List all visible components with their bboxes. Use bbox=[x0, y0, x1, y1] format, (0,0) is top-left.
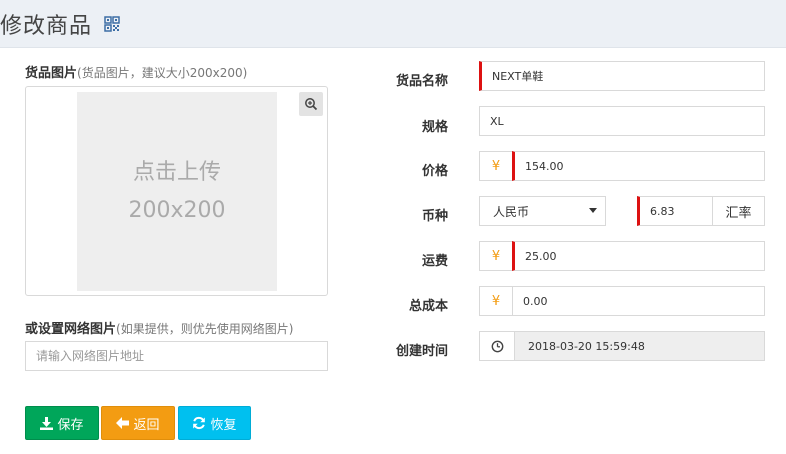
price-value: 154.00 bbox=[525, 159, 564, 173]
caret-down-icon bbox=[589, 208, 597, 213]
page-header: 修改商品 bbox=[0, 0, 786, 48]
total-cost-currency-addon: ¥ bbox=[479, 286, 513, 316]
arrow-left-icon bbox=[116, 417, 130, 429]
exchange-rate-label: 汇率 bbox=[725, 205, 752, 221]
created-time-value: 2018-03-20 15:59:48 bbox=[528, 339, 645, 353]
restore-label: 恢复 bbox=[210, 417, 237, 433]
restore-button[interactable]: 恢复 bbox=[178, 406, 251, 440]
total-cost-input[interactable]: 0.00 bbox=[512, 286, 765, 316]
name-label: 货品名称 bbox=[395, 74, 448, 89]
currency-label: 币种 bbox=[421, 209, 448, 224]
network-image-url-input[interactable] bbox=[25, 341, 328, 371]
upload-size-text: 200x200 bbox=[128, 197, 226, 223]
network-image-section-label: 或设置网络图片(如果提供，则优先使用网络图片) bbox=[25, 318, 293, 337]
created-time-addon bbox=[479, 331, 515, 361]
shipping-input[interactable]: 25.00 bbox=[512, 241, 765, 271]
back-button[interactable]: 返回 bbox=[101, 406, 175, 440]
shipping-currency-addon: ¥ bbox=[479, 241, 513, 271]
created-time-label: 创建时间 bbox=[395, 344, 448, 359]
back-label: 返回 bbox=[133, 417, 160, 433]
price-currency-addon: ¥ bbox=[479, 151, 513, 181]
exchange-rate-input[interactable]: 6.83 bbox=[637, 196, 713, 226]
refresh-icon bbox=[193, 416, 206, 430]
image-label: 货品图片 bbox=[25, 66, 78, 81]
currency-selected: 人民币 bbox=[493, 204, 530, 219]
download-icon bbox=[40, 416, 54, 430]
yen-icon: ¥ bbox=[491, 293, 501, 309]
clock-icon bbox=[491, 340, 503, 352]
save-button[interactable]: 保存 bbox=[25, 406, 99, 440]
total-cost-value: 0.00 bbox=[523, 294, 548, 308]
yen-icon: ¥ bbox=[491, 158, 501, 174]
price-label: 价格 bbox=[421, 164, 448, 179]
currency-select[interactable]: 人民币 bbox=[479, 196, 606, 226]
upload-text: 点击上传 bbox=[132, 159, 221, 185]
page-title: 修改商品 bbox=[0, 14, 93, 39]
name-value: NEXT单鞋 bbox=[492, 70, 544, 83]
exchange-rate-value: 6.83 bbox=[650, 204, 675, 218]
created-time-input: 2018-03-20 15:59:48 bbox=[514, 331, 765, 361]
shipping-label: 运费 bbox=[421, 254, 448, 269]
spec-label: 规格 bbox=[421, 120, 448, 135]
image-hint: (货品图片，建议大小200x200) bbox=[77, 66, 248, 80]
image-section-label: 货品图片(货品图片，建议大小200x200) bbox=[25, 62, 247, 81]
zoom-button[interactable] bbox=[299, 92, 323, 116]
yen-icon: ¥ bbox=[491, 248, 501, 264]
spec-value: XL bbox=[490, 114, 504, 128]
network-image-label: 或设置网络图片 bbox=[25, 322, 117, 337]
image-upload-placeholder[interactable]: 点击上传 200x200 bbox=[77, 92, 277, 291]
name-input[interactable]: NEXT单鞋 bbox=[479, 61, 765, 91]
spec-input[interactable]: XL bbox=[479, 106, 765, 136]
network-image-hint: (如果提供，则优先使用网络图片) bbox=[116, 322, 294, 336]
zoom-in-icon bbox=[305, 98, 318, 111]
qr-code-icon[interactable] bbox=[104, 16, 120, 32]
total-cost-label: 总成本 bbox=[408, 299, 448, 314]
shipping-value: 25.00 bbox=[525, 249, 557, 263]
exchange-rate-addon: 汇率 bbox=[712, 196, 765, 226]
image-upload-box: 点击上传 200x200 bbox=[25, 86, 328, 296]
save-label: 保存 bbox=[57, 417, 84, 433]
price-input[interactable]: 154.00 bbox=[512, 151, 765, 181]
